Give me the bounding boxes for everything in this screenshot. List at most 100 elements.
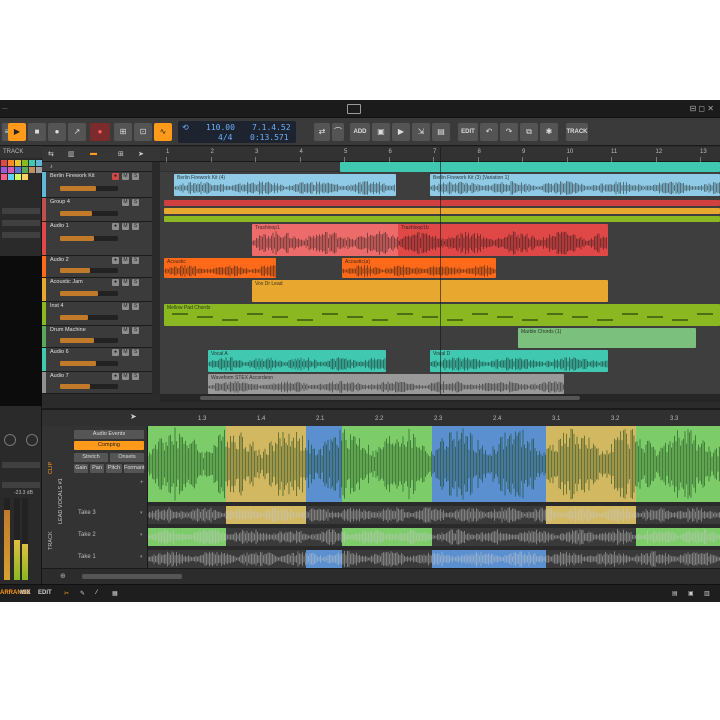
clip-audio7[interactable]: Waveform STEX Accordeon [208,374,564,394]
mute-button[interactable]: M [122,349,129,356]
mute-button[interactable]: M [122,223,129,230]
solo-button[interactable]: S [132,327,139,334]
preview-play-icon[interactable]: ▶ [392,123,410,141]
take-options-icon[interactable]: ▾ [140,532,143,538]
record-arm-button[interactable]: ● [112,223,119,230]
editor-scrollbar-thumb[interactable] [82,574,182,579]
solo-button[interactable]: S [132,303,139,310]
track-header-audio-1[interactable]: Audio 1 ● M S [42,222,152,256]
color-swatch[interactable] [8,167,14,173]
mute-button[interactable]: M [122,327,129,334]
grid-toggle-icon[interactable]: ▦ [112,590,118,597]
volume-fader[interactable] [60,315,118,320]
track-header-audio-6[interactable]: Audio 6 ● M S [42,348,152,372]
take-lane-2[interactable] [148,528,720,546]
volume-fader[interactable] [60,361,118,366]
mute-button[interactable]: M [122,279,129,286]
volume-fader[interactable] [60,291,118,296]
color-swatch[interactable] [15,174,21,180]
solo-button[interactable]: S [132,279,139,286]
master-track-header[interactable]: ♪ [42,162,152,172]
color-palette[interactable] [0,158,42,196]
color-swatch[interactable] [15,167,21,173]
add-take-icon[interactable]: + [140,480,144,486]
color-swatch[interactable] [22,167,28,173]
inspector-field[interactable] [2,220,40,226]
gain-button[interactable]: Gain [74,464,88,473]
onsets-button[interactable]: Onsets [110,453,144,462]
undo-icon[interactable]: ↶ [480,123,498,141]
track-header-drum-machine[interactable]: Drum Machine M S [42,326,152,348]
track-tab[interactable]: TRACK [48,531,54,550]
clip-acoustic-jam[interactable]: Vox Dr Lead [252,280,608,302]
editor-ruler[interactable]: ➤ 1.3 1.4 2.1 2.2 2.3 2.4 3.1 3.2 3.3 [42,408,720,426]
mix-tab[interactable]: MIX [20,590,31,596]
copy-icon[interactable]: ⧉ [520,123,538,141]
inspector-field[interactable] [2,482,40,488]
time-signature[interactable]: 4/4 [218,133,232,142]
take-options-icon[interactable]: ▾ [140,510,143,516]
solo-button[interactable]: S [132,173,139,180]
grid-icon[interactable]: ⊞ [118,150,124,158]
stretch-button[interactable]: Stretch [74,453,108,462]
color-swatch[interactable] [1,167,7,173]
inspector-field[interactable] [2,208,40,214]
audio-events-button[interactable]: Audio Events [74,430,144,439]
arm-record-button[interactable]: ● [90,123,110,141]
clip-master-automation[interactable] [340,162,720,172]
scrollbar-thumb[interactable] [200,396,580,400]
transport-display[interactable]: ⟲ 110.00 4/4 7.1.4.52 0:13.571 [178,121,296,143]
record-arm-button[interactable]: ● [112,279,119,286]
clip-tab[interactable]: CLIP [48,462,54,474]
track-header-group-4[interactable]: Group 4 M S [42,198,152,222]
clip-vocal-b[interactable]: Vocal D [430,350,608,372]
save-icon[interactable]: ▣ [372,123,390,141]
take-label[interactable]: Take 1 [78,554,96,560]
record-arm-button[interactable]: ● [112,349,119,356]
take-options-icon[interactable]: ▾ [140,554,143,560]
add-button[interactable]: ADD [350,123,370,141]
record-button[interactable]: ● [48,123,66,141]
volume-fader[interactable] [60,268,118,273]
clip-berlin-kit-a[interactable]: Berlin Firework Kit (4) [174,174,396,196]
beat-position[interactable]: 7.1.4.52 [252,123,291,132]
volume-knob[interactable] [26,434,38,446]
comping-button[interactable]: Comping [74,441,144,450]
volume-fader[interactable] [60,384,118,389]
mute-button[interactable]: M [122,303,129,310]
clip-group-bar-amber[interactable] [164,208,720,214]
edit-menu-button[interactable]: EDIT [458,123,478,141]
inspector-toggle-icon[interactable]: ▣ [688,590,694,597]
volume-fader[interactable] [60,186,118,191]
automation-write-icon[interactable]: ↗ [68,123,86,141]
color-swatch[interactable] [8,160,14,166]
volume-fader[interactable] [60,236,118,241]
volume-fader[interactable] [60,338,118,343]
settings-gear-icon[interactable]: ✱ [540,123,558,141]
record-arm-button[interactable]: ● [112,173,119,180]
editor-zoom-icon[interactable]: ⊕ [60,572,66,580]
track-add-icon[interactable]: ⇆ [48,150,54,158]
loop-icon[interactable]: ⊡ [134,123,152,141]
color-swatch[interactable] [15,160,21,166]
formant-button[interactable]: Formant [124,464,144,473]
pan-knob[interactable] [4,434,16,446]
clip-audio1-b[interactable]: Trashloop1b [398,224,608,256]
punch-icon[interactable]: ⌒ [332,123,344,141]
track-menu-button[interactable]: TRACK [566,123,588,141]
color-swatch[interactable] [1,160,7,166]
browser-icon[interactable]: ▤ [672,590,678,597]
clip-group-bar-green[interactable] [164,216,720,222]
inspector-field[interactable] [2,462,40,468]
track-view-icon[interactable]: ▥ [68,150,75,158]
play-button[interactable]: ▶ [8,123,26,141]
volume-fader[interactable] [60,211,118,216]
playhead[interactable] [440,147,441,394]
clip-vocal-a[interactable]: Vocal A [208,350,386,372]
mute-button[interactable]: M [122,199,129,206]
clip-audio1-a[interactable]: Trashloop1 [252,224,402,256]
import-icon[interactable]: ⇲ [412,123,430,141]
color-swatch[interactable] [22,160,28,166]
metronome-icon[interactable]: ∿ [154,123,172,141]
clip-audio2-a[interactable]: Acoustic [164,258,276,278]
